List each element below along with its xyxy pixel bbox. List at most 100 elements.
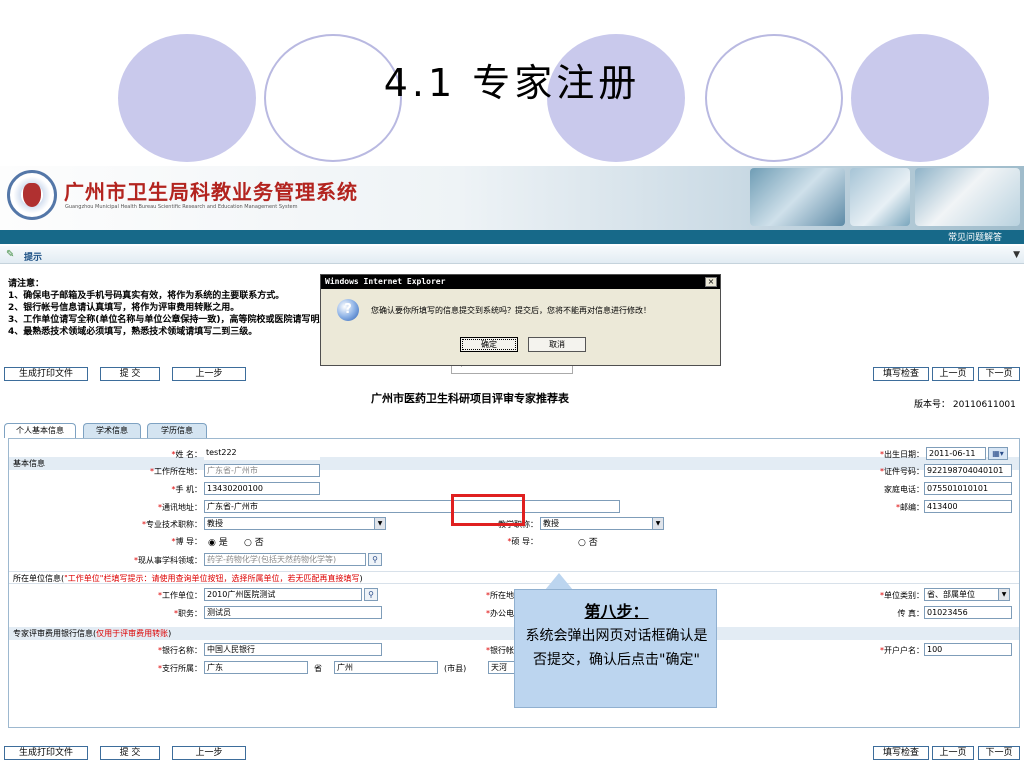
work-unit-label: *工作单位： (158, 591, 202, 600)
search-icon[interactable]: ⚲ (368, 553, 382, 566)
zip-label: *邮编： (896, 503, 924, 512)
slide-title: 4.1 专家注册 (383, 61, 641, 105)
check-button-bottom[interactable]: 填写检查 (873, 746, 929, 760)
prev-page-button-bottom[interactable]: 上一页 (932, 746, 974, 760)
title-label: *专业技术职称： (142, 520, 202, 529)
banner-photo-1 (750, 168, 845, 226)
address-field[interactable]: 广东省-广州市 (204, 500, 620, 513)
dialog-titlebar: Windows Internet Explorer (321, 275, 720, 289)
question-icon: ? (337, 299, 359, 321)
bank-name-field[interactable]: 中国人民银行 (204, 643, 382, 656)
prev-page-button[interactable]: 上一页 (932, 367, 974, 381)
home-phone-label: 家庭电话： (884, 485, 924, 494)
branch-city-field[interactable]: 广州 (334, 661, 438, 674)
next-page-button-bottom[interactable]: 下一页 (978, 746, 1020, 760)
confirm-dialog: Windows Internet Explorer × ? 您确认要你所填写的信… (320, 274, 721, 366)
fax-label: 传 真： (897, 609, 924, 618)
name-label: *姓 名： (171, 450, 202, 459)
notice-header[interactable] (0, 246, 1024, 264)
work-unit-field[interactable]: 2010广州医院测试 (204, 588, 362, 601)
master-no-radio[interactable]: ○ 否 (578, 535, 598, 548)
id-label: *证件号码： (880, 467, 924, 476)
chevron-down-icon: ▼ (998, 589, 1009, 600)
version: 版本号： 20110611001 (914, 397, 1016, 410)
logo-emblem-icon (7, 170, 57, 220)
section-unit-info: 所在单位信息("工作单位"栏填写提示：请使用查询单位按钮，选择所属单位，若无匹配… (9, 571, 1019, 584)
form-title: 广州市医药卫生科研项目评审专家推荐表 (371, 392, 569, 405)
app-window: 广州市卫生局科教业务管理系统 Guangzhou Municipal Healt… (0, 166, 1024, 768)
version-label: 版本号： (914, 400, 951, 410)
name-field[interactable]: test222 (204, 447, 320, 460)
check-button[interactable]: 填写检查 (873, 367, 929, 381)
ok-button[interactable]: 确定 (460, 337, 518, 352)
chevron-down-icon: ▼ (374, 518, 385, 529)
cancel-button[interactable]: 取消 (528, 337, 586, 352)
birth-field[interactable]: 2011-06-11 (926, 447, 986, 460)
ok-highlight-box (451, 494, 525, 526)
brand-name: 广州市卫生局科教业务管理系统 (64, 180, 358, 204)
calendar-icon[interactable]: ▦▾ (988, 447, 1008, 460)
brand-subtitle: Guangzhou Municipal Health Bureau Scient… (65, 204, 298, 210)
slide: 4.1 专家注册 广州市卫生局科教业务管理系统 Guangzhou Munici… (0, 0, 1024, 768)
callout-title: 第八步： (584, 602, 649, 621)
callout-pointer (545, 573, 573, 590)
fax-field[interactable]: 01023456 (924, 606, 1012, 619)
callout-body: 系统会弹出网页对话框确认是否提交，确认后点击"确定" (525, 628, 708, 668)
edu-title-select[interactable]: 教授 ▼ (540, 517, 664, 530)
home-phone-field[interactable]: 075501010101 (924, 482, 1012, 495)
tab-personal-info[interactable]: 个人基本信息 (4, 423, 76, 438)
print-button-bottom[interactable]: 生成打印文件 (4, 746, 88, 760)
field-input[interactable]: 药学-药物化学(包括天然药物化学等) (204, 553, 366, 566)
branch-label: *支行所属： (158, 664, 202, 673)
title-select[interactable]: 教授 ▼ (204, 517, 386, 530)
chevron-down-icon: ▼ (652, 518, 663, 529)
banner-photo-3 (915, 168, 1020, 226)
close-button[interactable]: × (705, 277, 717, 287)
province-label: 省 (314, 664, 322, 673)
search-icon[interactable]: ⚲ (364, 588, 378, 601)
tab-education-info[interactable]: 学历信息 (147, 423, 207, 438)
header-bar (0, 230, 1024, 244)
step-callout: 第八步： 系统会弹出网页对话框确认是否提交，确认后点击"确定" (514, 589, 717, 708)
next-page-button[interactable]: 下一页 (978, 367, 1020, 381)
branch-province-field[interactable]: 广东 (204, 661, 308, 674)
print-button[interactable]: 生成打印文件 (4, 367, 88, 381)
doctoral-label: *博 导： (171, 537, 202, 546)
unit-type-label: *单位类别： (880, 591, 924, 600)
field-label: *现从事学科领域： (134, 556, 202, 565)
position-field[interactable]: 测试员 (204, 606, 382, 619)
work-location-label: *工作所在地： (150, 467, 202, 476)
doctoral-no-radio[interactable]: ○ 否 (244, 535, 264, 548)
account-name-field[interactable]: 100 (924, 643, 1012, 656)
prev-step-button-bottom[interactable]: 上一步 (172, 746, 246, 760)
zip-field[interactable]: 413400 (924, 500, 1012, 513)
id-field[interactable]: 922198704040101 (924, 464, 1012, 477)
banner-photo-2 (850, 168, 910, 226)
region-label: *所在地 (486, 591, 514, 600)
position-label: *职务： (174, 609, 202, 618)
collapse-arrow-icon[interactable]: ▼ (1013, 250, 1020, 260)
prev-step-button[interactable]: 上一步 (172, 367, 246, 381)
unit-type-select[interactable]: 省、部属单位 ▼ (924, 588, 1010, 601)
faq-link[interactable]: 常见问题解答 (948, 230, 1002, 243)
account-name-label: *开户户名： (880, 646, 924, 655)
notice-title: 提示 (24, 253, 43, 263)
header-banner: 广州市卫生局科教业务管理系统 Guangzhou Municipal Healt… (0, 166, 1024, 230)
address-label: *通讯地址： (158, 503, 202, 512)
phone-label: *手 机： (171, 485, 202, 494)
submit-button[interactable]: 提 交 (100, 367, 160, 381)
version-value: 20110611001 (952, 400, 1016, 410)
tab-academic-info[interactable]: 学术信息 (83, 423, 141, 438)
work-location-field[interactable]: 广东省-广州市 (204, 464, 320, 477)
birth-label: *出生日期： (880, 450, 924, 459)
submit-button-bottom[interactable]: 提 交 (100, 746, 160, 760)
dialog-message: 您确认要你所填写的信息提交到系统吗？提交后，您将不能再对信息进行修改！ (371, 306, 651, 315)
pencil-icon: ✎ (6, 249, 15, 260)
master-label: *硕 导： (507, 537, 538, 546)
doctoral-yes-radio[interactable]: ◉ 是 (208, 535, 228, 548)
bank-name-label: *银行名称： (158, 646, 202, 655)
city-label: (市县) (444, 664, 467, 673)
office-phone-label: *办公电 (486, 609, 514, 618)
bank-account-label: *银行帐 (486, 646, 514, 655)
phone-field[interactable]: 13430200100 (204, 482, 320, 495)
